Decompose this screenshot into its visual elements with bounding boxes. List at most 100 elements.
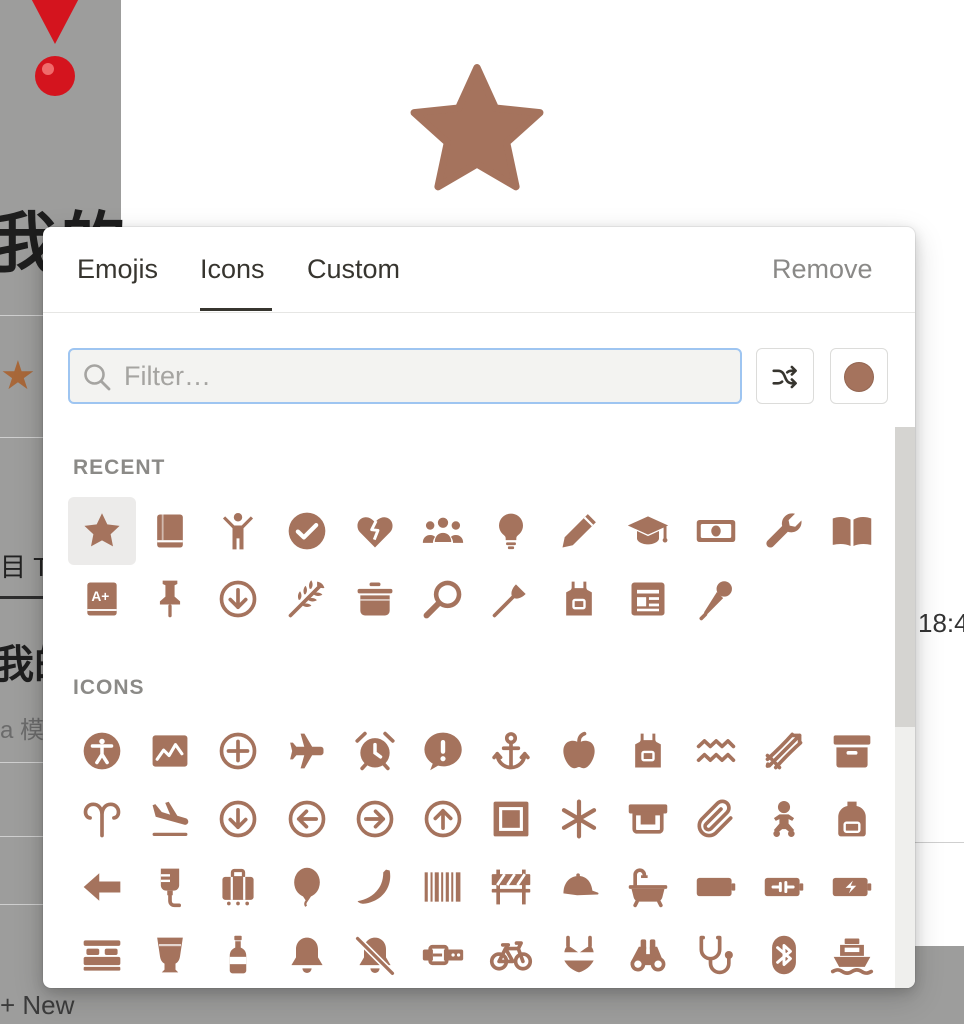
icon-option-beer[interactable] [136,921,204,988]
apple-icon [563,731,596,769]
icon-option-accessibility[interactable] [68,717,136,785]
asterisk-icon [562,799,597,839]
icon-option-atm[interactable] [614,785,682,853]
icon-option-artwork[interactable] [477,785,545,853]
recent-icon-star[interactable] [68,497,136,565]
recent-icon-wrench[interactable] [750,497,818,565]
icon-option-battery-charging[interactable] [750,853,818,921]
recent-icon-fork[interactable] [477,565,545,633]
icon-option-baseball-cap[interactable] [545,853,613,921]
recent-icon-book-grade[interactable]: A+ [68,565,136,633]
icon-option-belt[interactable] [409,921,477,988]
recent-icon-book-open[interactable] [818,497,886,565]
background-tab-underline [0,596,44,599]
icon-option-arrow-down-circle[interactable] [204,785,272,853]
icon-option-add-circle[interactable] [204,717,272,785]
tab-icons[interactable]: Icons [200,254,265,285]
background-new-button: + New [0,990,75,1020]
recent-icon-checkmark-circle[interactable] [273,497,341,565]
scrollbar-thumb[interactable] [895,427,915,727]
shuffle-button[interactable] [756,348,814,404]
background-divider [0,437,43,438]
icon-option-bottle[interactable] [204,921,272,988]
icon-option-bikini[interactable] [545,921,613,988]
icon-option-bell-off[interactable] [341,921,409,988]
icon-option-arrow-up-circle[interactable] [409,785,477,853]
icon-option-anchor[interactable] [477,717,545,785]
filter-search-box[interactable] [68,348,742,404]
recent-icon-banknote[interactable] [682,497,750,565]
recent-icon-lightbulb[interactable] [477,497,545,565]
recent-icon-apron[interactable] [545,565,613,633]
icon-option-apron[interactable] [614,717,682,785]
tab-custom[interactable]: Custom [307,254,400,285]
icon-option-backpack[interactable] [818,785,886,853]
icon-option-activity[interactable] [136,717,204,785]
icon-option-aries[interactable] [68,785,136,853]
recent-icon-microphone[interactable] [682,565,750,633]
icon-option-baby[interactable] [750,785,818,853]
icon-option-arrow-left[interactable] [68,853,136,921]
icon-option-apple[interactable] [545,717,613,785]
icon-option-attachment[interactable] [682,785,750,853]
icon-option-archery[interactable] [750,717,818,785]
icon-option-arrival[interactable] [136,785,204,853]
recent-icon-people-group[interactable] [409,497,477,565]
icon-option-airplane[interactable] [273,717,341,785]
icon-option-iv-bag[interactable] [136,853,204,921]
icon-option-asterisk[interactable] [545,785,613,853]
recent-icon-person-raising-hand[interactable] [204,497,272,565]
airplane-icon [289,733,324,769]
recent-icon-book-closed[interactable] [136,497,204,565]
icon-option-aquarius[interactable] [682,717,750,785]
tab-emojis[interactable]: Emojis [77,254,158,285]
icon-option-boat[interactable] [818,921,886,988]
icon-option-arrow-right-circle[interactable] [341,785,409,853]
recent-icon-newspaper[interactable] [614,565,682,633]
remove-button[interactable]: Remove [772,254,873,285]
baseball-cap-icon [563,873,599,896]
recent-icon-pushpin[interactable] [136,565,204,633]
icons-section-label: ICONS [73,676,145,699]
icon-option-binoculars[interactable] [614,921,682,988]
icon-option-bathtub[interactable] [614,853,682,921]
icon-option-baggage[interactable] [204,853,272,921]
recent-section-label: RECENT [73,456,166,479]
recent-icon-arrow-down-circle[interactable] [204,565,272,633]
svg-text:A+: A+ [91,589,109,604]
icon-option-banana[interactable] [341,853,409,921]
atm-icon [628,804,667,834]
recent-icon-cooking-pot[interactable] [341,565,409,633]
battery-charging-icon [764,877,804,897]
recent-icon-wheat[interactable] [273,565,341,633]
icon-option-bell[interactable] [273,921,341,988]
icon-option-alert-bubble[interactable] [409,717,477,785]
icon-option-barcode[interactable] [409,853,477,921]
icon-option-bed[interactable] [68,921,136,988]
pushpin-icon [160,580,181,618]
fork-icon [492,584,526,618]
filter-input[interactable] [124,356,724,396]
book-closed-icon [157,514,184,548]
page-icon-star-icon[interactable] [402,58,552,203]
baggage-icon [222,868,254,906]
icon-option-alarm[interactable] [341,717,409,785]
recent-icon-graduation-cap[interactable] [614,497,682,565]
icon-option-bluetooth[interactable] [750,921,818,988]
recent-icon-frying-pan[interactable] [409,565,477,633]
heart-exclamation-emoji-icon [31,0,79,96]
recent-icon-pencil[interactable] [545,497,613,565]
icon-option-arrow-left-circle[interactable] [273,785,341,853]
icon-option-battery[interactable] [682,853,750,921]
arrow-left-circle-icon [288,800,325,838]
book-grade-icon: A+ [87,582,117,616]
icon-option-balloon[interactable] [273,853,341,921]
recent-icon-heart-broken[interactable] [341,497,409,565]
icon-option-barricade[interactable] [477,853,545,921]
icon-option-battery-bolt[interactable] [818,853,886,921]
icon-option-bicycle[interactable] [477,921,545,988]
icon-option-archive[interactable] [818,717,886,785]
barcode-icon [424,872,461,902]
icon-color-button[interactable] [830,348,888,404]
icon-option-stethoscope[interactable] [682,921,750,988]
